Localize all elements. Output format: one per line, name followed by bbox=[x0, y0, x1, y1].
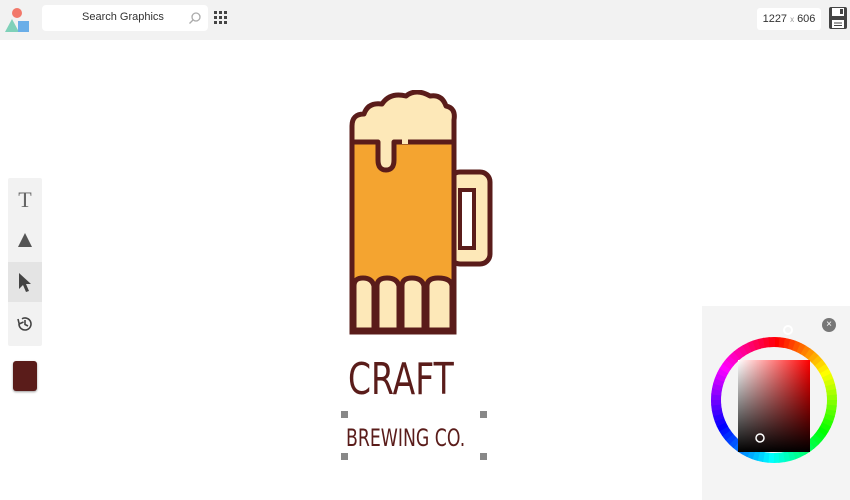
grid-icon[interactable] bbox=[214, 11, 228, 25]
history-tool-button[interactable] bbox=[8, 304, 42, 344]
text-tool-button[interactable]: T bbox=[8, 180, 42, 220]
resize-handle-top-right[interactable] bbox=[480, 411, 487, 418]
value-overlay bbox=[738, 360, 810, 452]
floppy-disk-icon[interactable] bbox=[828, 6, 848, 30]
history-clock-icon bbox=[17, 317, 32, 331]
shapes-logo-icon[interactable] bbox=[4, 6, 30, 34]
craft-title-text[interactable]: CRAFT bbox=[348, 355, 454, 405]
text-icon: T bbox=[18, 187, 32, 212]
canvas-size-display[interactable]: 1227 x 606 bbox=[757, 8, 821, 30]
shape-tool-button[interactable] bbox=[8, 220, 42, 260]
triangle-icon bbox=[18, 233, 32, 247]
resize-handle-top-left[interactable] bbox=[341, 411, 348, 418]
brewing-subtitle-text[interactable]: BREWING CO. bbox=[346, 424, 465, 452]
current-color-swatch[interactable] bbox=[13, 361, 37, 391]
top-bar: Search Graphics 1227 x 606 bbox=[0, 0, 850, 40]
color-wheel[interactable] bbox=[708, 314, 840, 466]
search-placeholder: Search Graphics bbox=[82, 11, 164, 23]
resize-handle-bottom-left[interactable] bbox=[341, 453, 348, 460]
size-separator: x bbox=[790, 14, 795, 24]
search-icon[interactable] bbox=[188, 11, 202, 25]
close-icon[interactable]: × bbox=[822, 318, 836, 332]
canvas-height[interactable]: 606 bbox=[797, 13, 815, 25]
hue-marker[interactable] bbox=[783, 325, 793, 335]
resize-handle-bottom-right[interactable] bbox=[480, 453, 487, 460]
toolbox: T bbox=[8, 178, 42, 346]
beer-mug-icon[interactable] bbox=[344, 90, 504, 340]
select-tool-button[interactable] bbox=[8, 262, 42, 302]
canvas-width[interactable]: 1227 bbox=[763, 13, 787, 25]
cursor-arrow-icon bbox=[19, 273, 31, 292]
color-picker-panel: × bbox=[702, 306, 850, 500]
search-input[interactable]: Search Graphics bbox=[42, 5, 208, 31]
